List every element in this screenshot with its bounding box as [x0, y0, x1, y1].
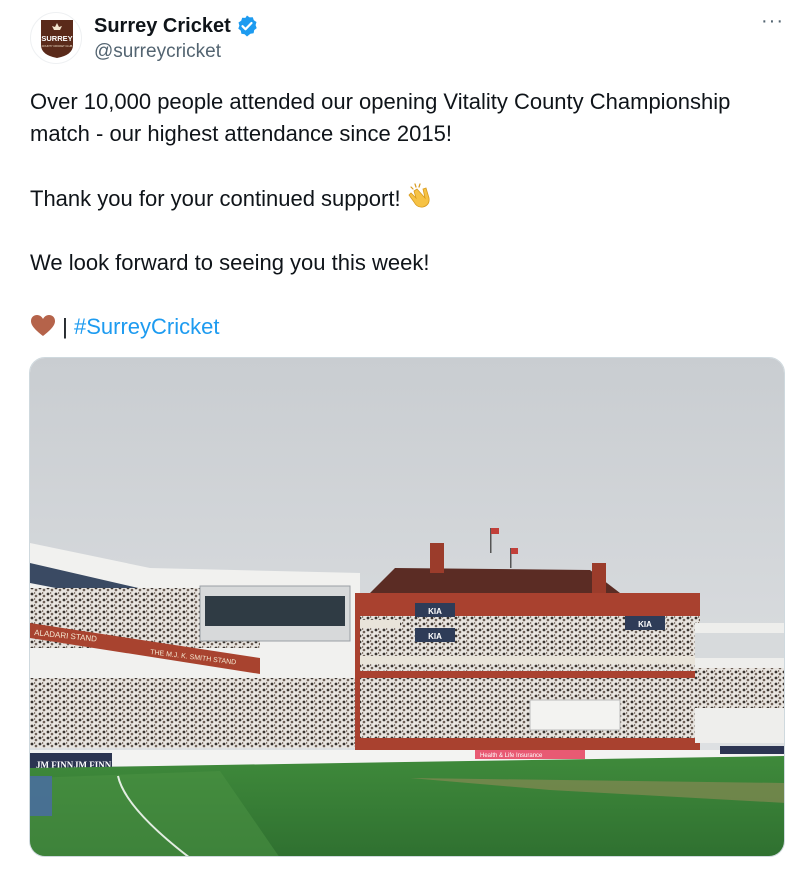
display-name[interactable]: Surrey Cricket: [94, 15, 231, 38]
sponsor-sign-3: KIA: [638, 620, 652, 629]
tweet-line-3: We look forward to seeing you this week!: [30, 250, 430, 275]
clapping-hands-icon: [408, 183, 430, 208]
verified-badge-icon[interactable]: [235, 14, 259, 38]
svg-text:SURREY: SURREY: [41, 34, 72, 43]
tweet-body: Over 10,000 people attended our opening …: [30, 86, 790, 343]
svg-text:COUNTY CRICKET CLUB: COUNTY CRICKET CLUB: [42, 44, 73, 48]
tweet-author: Surrey Cricket @surreycricket: [94, 14, 259, 63]
tweet-line-4: | #SurreyCricket: [30, 311, 790, 343]
tweet-line-2-text: Thank you for your continued support!: [30, 186, 401, 211]
sponsor-sign-2: KIA: [428, 632, 442, 641]
sponsor-board: Health & Life Insurance: [480, 753, 543, 759]
brown-heart-icon: [31, 315, 55, 336]
tweet-line-2: Thank you for your continued support!: [30, 182, 790, 215]
tweet-line-1: Over 10,000 people attended our opening …: [30, 89, 731, 146]
avatar[interactable]: SURREY COUNTY CRICKET CLUB: [30, 12, 82, 64]
tweet-photo[interactable]: ALADARI STAND THE M.J. K. SMITH STAND KI…: [29, 357, 785, 857]
sponsor-sign-1: KIA: [428, 607, 442, 616]
more-options-button[interactable]: ···: [761, 10, 784, 33]
stadium-photo: ALADARI STAND THE M.J. K. SMITH STAND KI…: [30, 358, 784, 856]
separator: |: [62, 314, 68, 339]
hashtag-link[interactable]: #SurreyCricket: [74, 314, 219, 339]
user-handle[interactable]: @surreycricket: [94, 41, 259, 63]
surrey-shield-logo: SURREY COUNTY CRICKET CLUB: [41, 20, 73, 58]
